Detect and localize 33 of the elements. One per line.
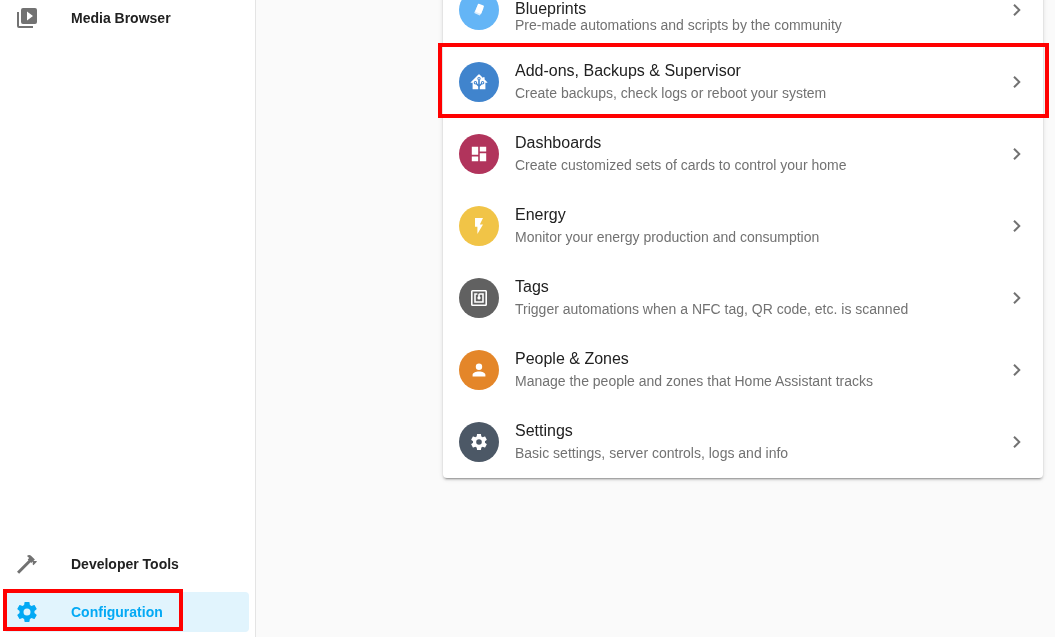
chevron-right-icon — [1013, 220, 1021, 232]
config-row[interactable]: People & Zones Manage the people and zones that Home Assistant tracks — [443, 334, 1043, 406]
chevron-right-icon — [1013, 76, 1021, 88]
settings-icon — [17, 602, 37, 622]
play-box-icon — [17, 8, 37, 28]
sidebar-item[interactable]: Developer Tools — [4, 544, 249, 584]
config-row[interactable]: Dashboards Create customized sets of cards to control your home — [443, 118, 1043, 190]
row-title: Settings — [515, 421, 573, 441]
config-row[interactable]: Blueprints Pre-made automations and scripts by the community — [443, 0, 1043, 46]
row-description: Monitor your energy production and consumption — [515, 228, 820, 247]
sidebar-item[interactable]: Media Browser — [4, 0, 249, 38]
chevron-right-icon — [1013, 292, 1021, 304]
chevron-right-icon — [1013, 364, 1021, 376]
row-title: Add-ons, Backups & Supervisor — [515, 61, 741, 81]
chevron-right-icon — [1013, 436, 1021, 448]
hammer-icon — [17, 554, 37, 574]
config-row[interactable]: Add-ons, Backups & Supervisor Create backups, check logs or reboot your system — [443, 46, 1043, 118]
row-title: Dashboards — [515, 133, 602, 153]
row-description: Manage the people and zones that Home Assistant tracks — [515, 372, 873, 391]
row-title: Energy — [515, 205, 566, 225]
row-title: Blueprints — [515, 1, 587, 17]
chevron-right-icon — [1013, 4, 1021, 16]
row-description: Create customized sets of cards to control your home — [515, 156, 847, 175]
row-description: Basic settings, server controls, logs and info — [515, 444, 789, 463]
row-title: Tags — [515, 277, 549, 297]
chevron-right-icon — [1013, 148, 1021, 160]
row-description: Pre-made automations and scripts by the community — [515, 17, 842, 33]
config-row[interactable]: Energy Monitor your energy production and consumption — [443, 190, 1043, 262]
row-title: People & Zones — [515, 349, 629, 369]
config-row[interactable]: Tags Trigger automations when a NFC tag, QR code, etc. is scanned — [443, 262, 1043, 334]
row-description: Create backups, check logs or reboot your system — [515, 84, 827, 103]
row-description: Trigger automations when a NFC tag, QR code, etc. is scanned — [515, 300, 909, 319]
config-row[interactable]: Settings Basic settings, server controls, logs and info — [443, 406, 1043, 478]
